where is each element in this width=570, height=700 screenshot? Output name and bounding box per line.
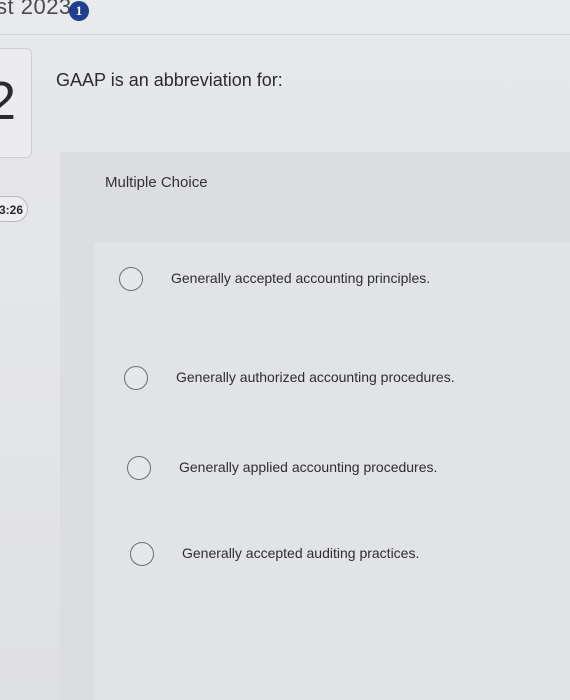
radio-button[interactable] xyxy=(119,267,143,291)
answer-panel: Multiple Choice Generally accepted accou… xyxy=(60,152,570,700)
option-label: Generally applied accounting procedures. xyxy=(179,459,438,475)
question-type-label: Multiple Choice xyxy=(105,174,208,191)
timer-badge: 3:26 xyxy=(0,196,28,222)
options-list: Generally accepted accounting principles… xyxy=(94,242,570,700)
assignment-title: st 2023 xyxy=(0,0,72,19)
info-icon[interactable]: 1 xyxy=(69,1,89,21)
top-bar: st 2023 1 xyxy=(0,0,570,35)
option-label: Generally accepted auditing practices. xyxy=(182,545,420,561)
option-label: Generally accepted accounting principles… xyxy=(171,270,431,286)
radio-button[interactable] xyxy=(127,456,151,480)
radio-button[interactable] xyxy=(130,542,154,566)
question-number: 2 xyxy=(0,71,17,131)
question-prompt: GAAP is an abbreviation for: xyxy=(56,70,283,90)
option-label: Generally authorized accounting procedur… xyxy=(176,369,455,385)
radio-button[interactable] xyxy=(124,366,148,390)
